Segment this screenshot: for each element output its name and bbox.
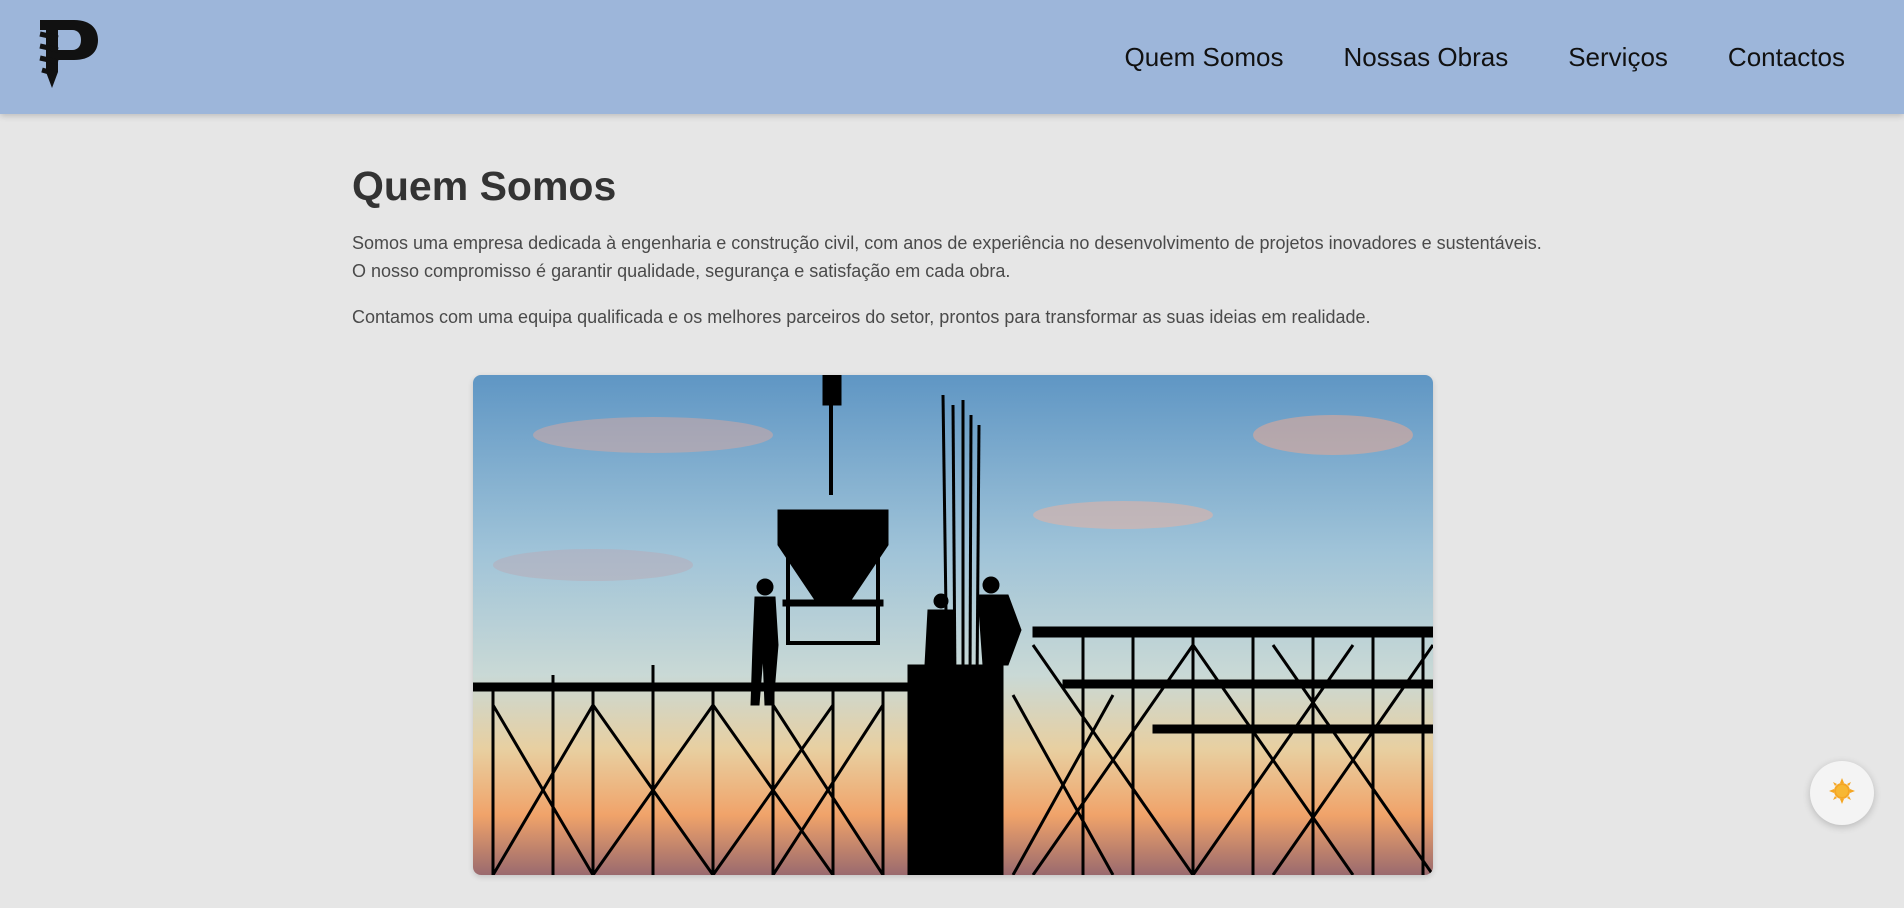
nav-link-quem-somos[interactable]: Quem Somos — [1125, 42, 1284, 73]
construction-silhouette-image — [473, 375, 1433, 875]
site-header: Quem Somos Nossas Obras Serviços Contact… — [0, 0, 1904, 114]
sun-icon — [1829, 777, 1855, 809]
main-nav: Quem Somos Nossas Obras Serviços Contact… — [1125, 0, 1845, 114]
nav-link-nossas-obras[interactable]: Nossas Obras — [1343, 42, 1508, 73]
nav-link-servicos[interactable]: Serviços — [1568, 42, 1668, 73]
page-title: Quem Somos — [352, 163, 617, 209]
logo-icon[interactable] — [34, 18, 100, 90]
about-paragraph-2: Contamos com uma equipa qualificada e os… — [352, 307, 1371, 328]
nav-link-contactos[interactable]: Contactos — [1728, 42, 1845, 73]
about-paragraph-1: Somos uma empresa dedicada à engenharia … — [352, 233, 1542, 282]
about-section: Quem Somos Somos uma empresa dedicada à … — [352, 114, 1552, 331]
theme-toggle-button[interactable] — [1810, 761, 1874, 825]
